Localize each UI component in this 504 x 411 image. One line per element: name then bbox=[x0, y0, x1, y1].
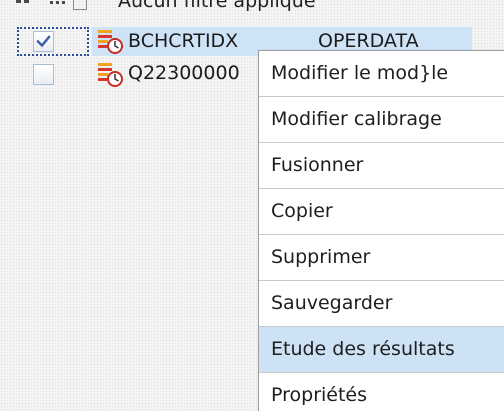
row-checkbox[interactable] bbox=[33, 64, 54, 85]
menu-item-save[interactable]: Sauvegarder bbox=[259, 281, 504, 327]
menu-item-results-study[interactable]: Etude des résultats bbox=[259, 327, 504, 373]
context-menu: Modifier le mod}le Modifier calibrage Fu… bbox=[258, 50, 504, 411]
row-checkbox[interactable] bbox=[33, 31, 54, 52]
menu-item-edit-model[interactable]: Modifier le mod}le bbox=[259, 51, 504, 97]
filter-label: Aucun filtre appliqué bbox=[118, 0, 316, 12]
model-type: OPERDATA bbox=[318, 30, 419, 52]
filter-row[interactable]: Aucun filtre appliqué bbox=[0, 0, 504, 12]
checkmark-icon bbox=[36, 35, 51, 48]
tree-view: Aucun filtre appliqué BCHCRTIDX OPERDATA bbox=[0, 0, 504, 411]
menu-item-merge[interactable]: Fusionner bbox=[259, 143, 504, 189]
filter-dropdown-icon[interactable] bbox=[16, 0, 90, 10]
menu-item-edit-calibration[interactable]: Modifier calibrage bbox=[259, 97, 504, 143]
menu-item-copy[interactable]: Copier bbox=[259, 189, 504, 235]
model-name: BCHCRTIDX bbox=[128, 30, 239, 52]
scheduled-model-icon bbox=[98, 63, 123, 87]
menu-item-properties[interactable]: Propriétés bbox=[259, 373, 504, 411]
scheduled-model-icon bbox=[98, 30, 123, 54]
menu-item-delete[interactable]: Supprimer bbox=[259, 235, 504, 281]
model-name: Q22300000 bbox=[128, 62, 240, 84]
